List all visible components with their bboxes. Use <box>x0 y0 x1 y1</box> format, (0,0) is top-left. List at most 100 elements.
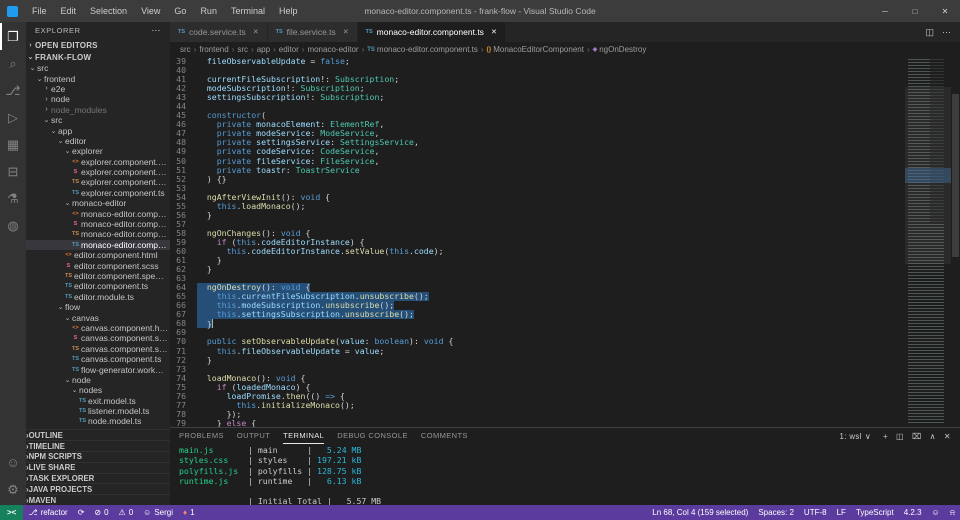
code-line[interactable]: 51 private toastr: ToastrService <box>170 166 905 175</box>
breadcrumb-item[interactable]: src <box>180 45 191 54</box>
close-icon[interactable]: ✕ <box>491 28 497 36</box>
close-icon[interactable]: ✕ <box>343 28 349 36</box>
panel-tab-problems[interactable]: PROBLEMS <box>179 428 224 444</box>
code-line[interactable]: 55 this.loadMonaco(); <box>170 202 905 211</box>
live-share-user[interactable]: ☺Sergi <box>138 505 178 520</box>
problems-errors[interactable]: ⊘0 <box>89 505 113 520</box>
accounts-icon[interactable]: ☺ <box>0 449 26 476</box>
tree-file[interactable]: TSeditor.component.spec.ts <box>26 271 170 281</box>
menu-file[interactable]: File <box>25 0 54 22</box>
docker-icon[interactable]: ◍ <box>0 212 26 239</box>
split-editor-icon[interactable]: ◫ <box>925 27 934 38</box>
tree-folder[interactable]: ⌄src <box>26 63 170 73</box>
testing-icon[interactable]: ⚗ <box>0 185 26 212</box>
tree-file[interactable]: TSnode.model.ts <box>26 416 170 426</box>
tree-file[interactable]: Smonaco-editor.component.scss <box>26 219 170 229</box>
open-editors-section[interactable]: › OPEN EDITORS <box>26 39 170 51</box>
manage-settings-icon[interactable]: ⚙ <box>0 476 26 503</box>
tree-folder[interactable]: ⌄explorer <box>26 146 170 156</box>
menu-edit[interactable]: Edit <box>54 0 84 22</box>
editor-tab[interactable]: TSmonaco-editor.component.ts✕ <box>358 22 506 42</box>
tree-file[interactable]: TSexplorer.component.ts <box>26 188 170 198</box>
tree-file[interactable]: TSmonaco-editor.component.spec.ts <box>26 229 170 239</box>
section-outline[interactable]: ›OUTLINE <box>26 429 170 440</box>
terminal-select[interactable]: 1: wsl ∨ <box>840 432 875 441</box>
code-line[interactable]: 61 } <box>170 256 905 265</box>
extensions-icon[interactable]: ▦ <box>0 131 26 158</box>
problems-warnings[interactable]: ⚠0 <box>114 505 139 520</box>
typescript-version[interactable]: 4.2.3 <box>899 505 927 520</box>
tree-file[interactable]: TScanvas.component.ts <box>26 354 170 364</box>
source-control-icon[interactable]: ⎇ <box>0 77 26 104</box>
tree-file[interactable]: Seditor.component.scss <box>26 260 170 270</box>
minimap-slider[interactable] <box>905 87 951 265</box>
tree-file[interactable]: TSmonaco-editor.component.ts <box>26 240 170 250</box>
git-sync[interactable]: ⟳ <box>73 505 90 520</box>
close-panel-icon[interactable]: ✕ <box>944 432 951 441</box>
code-line[interactable]: 43 settingsSubscription!: Subscription; <box>170 93 905 102</box>
tree-file[interactable]: TSeditor.module.ts <box>26 292 170 302</box>
terminal-output[interactable]: main.js | main | 5.24 MBstyles.css | sty… <box>170 444 960 505</box>
tree-folder[interactable]: ⌄app <box>26 125 170 135</box>
tree-file[interactable]: Scanvas.component.scss <box>26 333 170 343</box>
code-line[interactable]: 79 } else { <box>170 419 905 427</box>
more-actions-icon[interactable]: ⋯ <box>942 27 951 38</box>
code-line[interactable]: 72 } <box>170 356 905 365</box>
tree-file[interactable]: TSeditor.component.ts <box>26 281 170 291</box>
menu-view[interactable]: View <box>134 0 167 22</box>
indentation[interactable]: Spaces: 2 <box>753 505 799 520</box>
section-npm-scripts[interactable]: ›NPM SCRIPTS <box>26 451 170 462</box>
tree-file[interactable]: TSflow-generator.worker.ts <box>26 364 170 374</box>
scrollbar-thumb[interactable] <box>952 94 959 257</box>
breadcrumb-item[interactable]: frontend <box>199 45 228 54</box>
tree-folder[interactable]: ⌄nodes <box>26 385 170 395</box>
code-line[interactable]: 68 } <box>170 319 905 328</box>
run-and-debug-icon[interactable]: ▷ <box>0 104 26 131</box>
kill-terminal-icon[interactable]: ⌧ <box>912 432 922 441</box>
menu-selection[interactable]: Selection <box>83 0 134 22</box>
breadcrumb-item[interactable]: app <box>257 45 270 54</box>
minimap[interactable] <box>905 57 951 427</box>
breadcrumb-item[interactable]: {}MonacoEditorComponent <box>487 45 584 54</box>
code-line[interactable]: 56 } <box>170 211 905 220</box>
tree-folder[interactable]: ⌄canvas <box>26 312 170 322</box>
tree-folder[interactable]: ⌄src <box>26 115 170 125</box>
encoding[interactable]: UTF-8 <box>799 505 832 520</box>
split-terminal-icon[interactable]: ◫ <box>896 432 904 441</box>
code-line[interactable]: 52 ) {} <box>170 175 905 184</box>
tree-file[interactable]: <>monaco-editor.component.html <box>26 208 170 218</box>
breadcrumb-item[interactable]: editor <box>279 45 299 54</box>
tree-file[interactable]: <>editor.component.html <box>26 250 170 260</box>
panel-tab-terminal[interactable]: TERMINAL <box>283 428 324 444</box>
maximize-button[interactable]: □ <box>900 0 930 22</box>
breadcrumb-item[interactable]: monaco-editor <box>307 45 358 54</box>
eol-sequence[interactable]: LF <box>832 505 851 520</box>
maximize-panel-icon[interactable]: ∧ <box>930 432 936 441</box>
menu-help[interactable]: Help <box>272 0 305 22</box>
panel-tab-debug-console[interactable]: DEBUG CONSOLE <box>337 428 408 444</box>
tree-file[interactable]: TScanvas.component.spec.ts <box>26 344 170 354</box>
panel-tab-comments[interactable]: COMMENTS <box>421 428 468 444</box>
breadcrumb-item[interactable]: src <box>237 45 248 54</box>
code-line[interactable]: 78 }); <box>170 410 905 419</box>
section-task-explorer[interactable]: ›TASK EXPLORER <box>26 473 170 484</box>
code-line[interactable]: 77 this.initializeMonaco(); <box>170 401 905 410</box>
cursor-position[interactable]: Ln 68, Col 4 (159 selected) <box>647 505 753 520</box>
tree-file[interactable]: TSexit.model.ts <box>26 396 170 406</box>
section-live-share[interactable]: ›LIVE SHARE <box>26 462 170 473</box>
explorer-icon[interactable]: ❐ <box>0 23 26 50</box>
new-terminal-icon[interactable]: + <box>883 432 888 441</box>
menu-run[interactable]: Run <box>193 0 224 22</box>
code-line[interactable]: 60 this.codeEditorInstance.setValue(this… <box>170 247 905 256</box>
tree-folder[interactable]: ›e2e <box>26 84 170 94</box>
tree-file[interactable]: <>explorer.component.html <box>26 157 170 167</box>
code-lines[interactable]: 39 fileObservableUpdate = false;4041 cur… <box>170 57 905 427</box>
code-line[interactable]: 62 } <box>170 265 905 274</box>
tree-folder[interactable]: ⌄node <box>26 375 170 385</box>
tree-file[interactable]: TSlistener.model.ts <box>26 406 170 416</box>
panel-tab-output[interactable]: OUTPUT <box>237 428 270 444</box>
explorer-more-actions-icon[interactable]: ⋯ <box>151 25 161 36</box>
code-line[interactable]: 39 fileObservableUpdate = false; <box>170 57 905 66</box>
tree-folder[interactable]: ⌄monaco-editor <box>26 198 170 208</box>
breadcrumb-item[interactable]: TSmonaco-editor.component.ts <box>367 45 478 54</box>
